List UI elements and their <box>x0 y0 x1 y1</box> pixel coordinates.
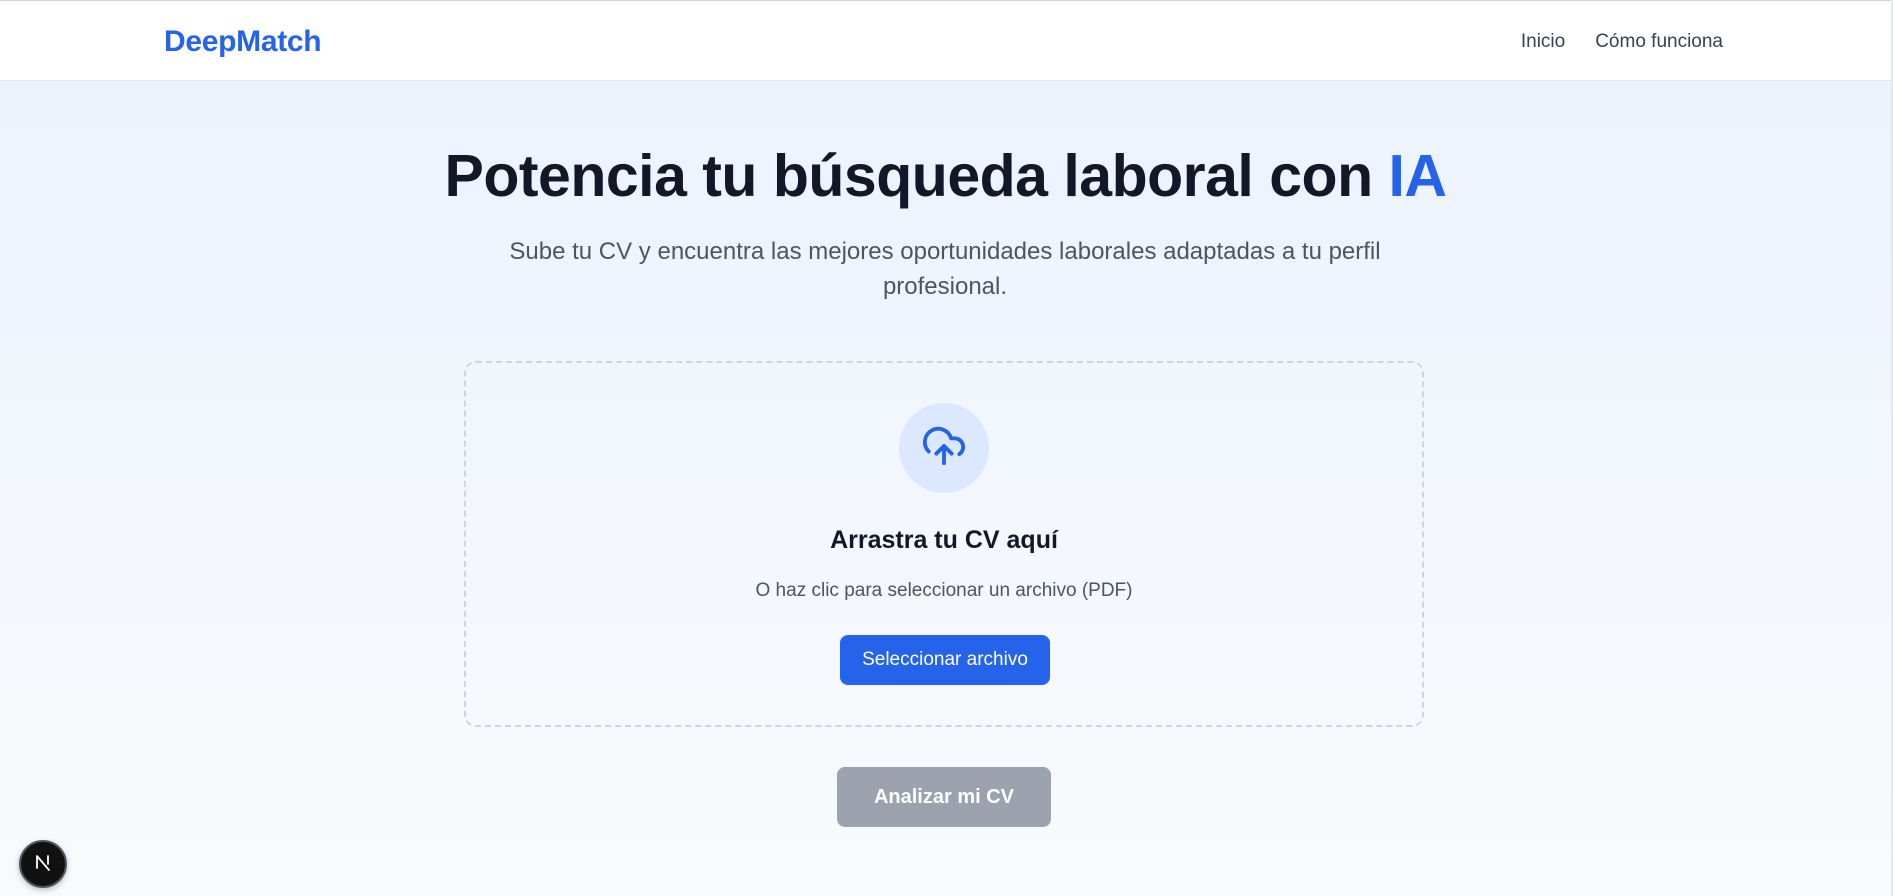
dropzone-title: Arrastra tu CV aquí <box>830 526 1058 554</box>
select-file-button[interactable]: Seleccionar archivo <box>840 635 1050 685</box>
main-area: DeepMatch Inicio Cómo funciona Potencia … <box>0 0 1893 896</box>
brand-logo[interactable]: DeepMatch <box>164 25 322 59</box>
hero-title-accent: IA <box>1388 143 1448 209</box>
dropzone-hint: O haz clic para seleccionar un archivo (… <box>755 580 1133 601</box>
cv-dropzone[interactable]: Arrastra tu CV aquí O haz clic para sele… <box>464 361 1424 727</box>
hero-title-text: Potencia tu búsqueda laboral con <box>444 143 1389 209</box>
nav-links: Inicio Cómo funciona <box>1521 31 1723 53</box>
upload-icon-circle <box>899 403 989 493</box>
nav-link-inicio[interactable]: Inicio <box>1521 31 1565 53</box>
analyze-cv-button[interactable]: Analizar mi CV <box>837 767 1051 827</box>
nav-link-como-funciona[interactable]: Cómo funciona <box>1595 31 1723 53</box>
cloud-upload-icon <box>921 423 967 474</box>
hero-title: Potencia tu búsqueda laboral con IA <box>0 142 1891 210</box>
hero-subtitle: Sube tu CV y encuentra las mejores oport… <box>509 238 1381 300</box>
navbar: DeepMatch Inicio Cómo funciona <box>0 0 1891 81</box>
nextjs-dev-badge[interactable] <box>19 840 67 888</box>
nextjs-logo-icon <box>32 851 54 878</box>
